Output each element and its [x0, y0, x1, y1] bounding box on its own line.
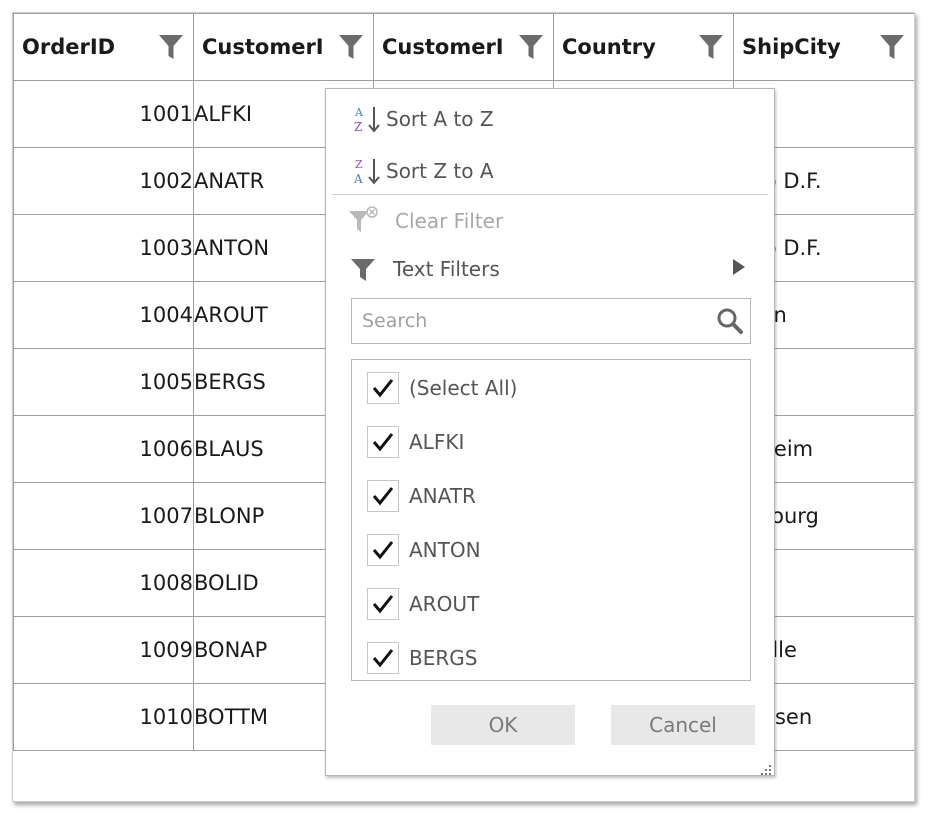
- checkbox[interactable]: [367, 426, 399, 458]
- svg-text:Z: Z: [355, 158, 363, 171]
- checkbox[interactable]: [367, 588, 399, 620]
- funnel-icon[interactable]: [878, 33, 906, 61]
- order-id-cell[interactable]: 1010: [13, 683, 194, 751]
- funnel-icon: [343, 255, 383, 283]
- funnel-icon[interactable]: [157, 33, 185, 61]
- order-id-cell[interactable]: 1008: [13, 549, 194, 617]
- order-id-cell[interactable]: 1005: [13, 348, 194, 416]
- svg-text:A: A: [354, 106, 364, 119]
- list-item-label: ALFKI: [409, 430, 465, 454]
- funnel-icon[interactable]: [697, 33, 725, 61]
- list-item[interactable]: AROUT: [367, 588, 479, 620]
- sort-ascending-item[interactable]: A Z Sort A to Z: [326, 99, 774, 139]
- checkbox[interactable]: [367, 480, 399, 512]
- column-header-shipcity[interactable]: ShipCity: [733, 13, 914, 81]
- list-item[interactable]: BERGS: [367, 642, 477, 674]
- sort-descending-item[interactable]: Z A Sort Z to A: [326, 151, 774, 191]
- svg-text:Z: Z: [354, 120, 362, 134]
- order-id-cell[interactable]: 1004: [13, 281, 194, 349]
- column-header-customerid-2[interactable]: CustomerI: [373, 13, 554, 81]
- filter-value-list: (Select All) ALFKI ANATR ANTON AROUT BER…: [351, 359, 751, 681]
- sort-ascending-label: Sort A to Z: [386, 107, 494, 131]
- column-header-orderid[interactable]: OrderID: [13, 13, 194, 81]
- resize-grip-icon[interactable]: [760, 761, 772, 775]
- clear-filter-icon: [343, 206, 383, 236]
- checkbox[interactable]: [367, 642, 399, 674]
- order-id-cell[interactable]: 1007: [13, 482, 194, 550]
- list-item-label: ANATR: [409, 484, 476, 508]
- order-id-cell[interactable]: 1003: [13, 214, 194, 282]
- order-id-cell[interactable]: 1009: [13, 616, 194, 684]
- sort-za-icon: Z A: [346, 155, 386, 187]
- clear-filter-item[interactable]: Clear Filter: [326, 201, 774, 241]
- checkbox[interactable]: [367, 534, 399, 566]
- funnel-icon[interactable]: [517, 33, 545, 61]
- list-item-label: ANTON: [409, 538, 481, 562]
- text-filters-item[interactable]: Text Filters: [326, 249, 774, 289]
- column-header-label: CustomerI: [202, 35, 324, 59]
- column-header-country[interactable]: Country: [553, 13, 734, 81]
- search-icon[interactable]: [710, 307, 750, 335]
- search-field[interactable]: [351, 298, 751, 344]
- checkbox[interactable]: [367, 372, 399, 404]
- svg-text:A: A: [353, 172, 363, 186]
- column-header-label: CustomerI: [382, 35, 504, 59]
- order-id-cell[interactable]: 1002: [13, 147, 194, 215]
- order-id-cell[interactable]: 1001: [13, 80, 194, 148]
- column-header-customerid[interactable]: CustomerI: [193, 13, 374, 81]
- list-item-label: BERGS: [409, 646, 478, 670]
- order-id-cell[interactable]: 1006: [13, 415, 194, 483]
- ok-button[interactable]: OK: [431, 705, 575, 745]
- column-header-label: Country: [562, 35, 656, 59]
- text-filters-label: Text Filters: [393, 257, 500, 281]
- filter-popup: A Z Sort A to Z Z A Sort Z to A Clear Fi…: [325, 88, 775, 776]
- list-item-label: (Select All): [409, 376, 518, 400]
- list-item[interactable]: ANTON: [367, 534, 481, 566]
- column-header-label: OrderID: [22, 35, 116, 59]
- funnel-icon[interactable]: [337, 33, 365, 61]
- sort-descending-label: Sort Z to A: [386, 159, 494, 183]
- list-item-select-all[interactable]: (Select All): [367, 372, 517, 404]
- list-item[interactable]: ALFKI: [367, 426, 464, 458]
- list-item[interactable]: ANATR: [367, 480, 476, 512]
- triangle-right-icon: [732, 257, 746, 281]
- column-header-label: ShipCity: [742, 35, 841, 59]
- menu-separator: [332, 194, 768, 195]
- cancel-button[interactable]: Cancel: [611, 705, 755, 745]
- list-item-label: AROUT: [409, 592, 480, 616]
- clear-filter-label: Clear Filter: [395, 209, 504, 233]
- search-input[interactable]: [360, 300, 710, 342]
- header-row: OrderID CustomerI CustomerI Country Ship…: [13, 13, 914, 81]
- sort-az-icon: A Z: [346, 103, 386, 135]
